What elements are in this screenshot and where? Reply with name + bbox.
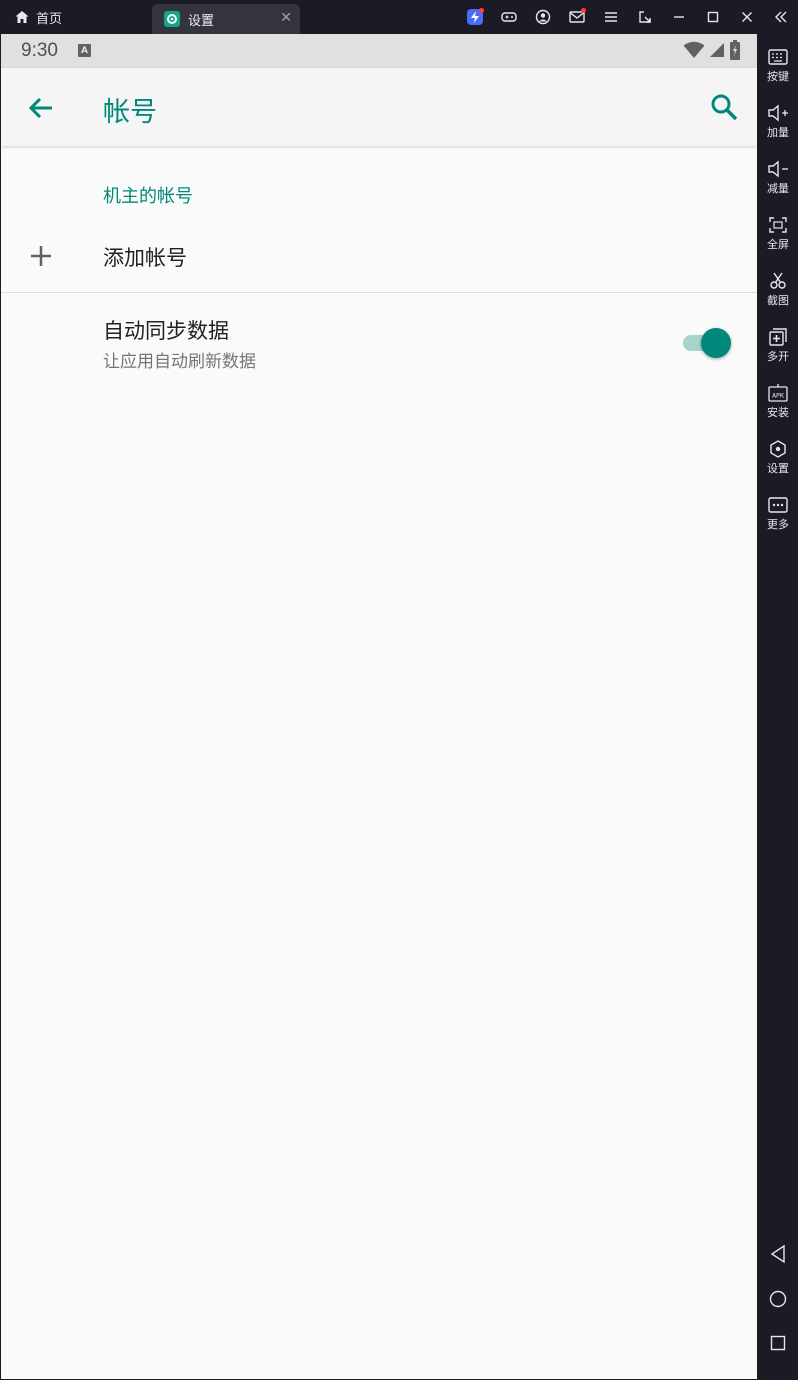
app-bar: 帐号 [1, 68, 757, 146]
divider [1, 292, 757, 293]
menu-button[interactable] [594, 0, 628, 34]
gamepad-button[interactable] [492, 0, 526, 34]
home-icon [15, 11, 29, 23]
sidebar-item-label: 更多 [767, 518, 789, 531]
nav-recents-button[interactable] [758, 1334, 798, 1352]
settings-app-icon [164, 11, 180, 27]
sidebar-item-label: 设置 [767, 462, 789, 475]
nav-back-button[interactable] [758, 1244, 798, 1264]
tab-settings[interactable]: 设置 ✕ [152, 4, 300, 34]
user-icon [535, 9, 551, 25]
sidebar-item-more[interactable]: 更多 [758, 496, 798, 532]
minimize-button[interactable] [662, 0, 696, 34]
maximize-button[interactable] [696, 0, 730, 34]
sidebar-item-label: 减量 [767, 182, 789, 195]
auto-sync-switch[interactable] [683, 328, 731, 358]
scissors-icon [770, 272, 786, 289]
sidebar-item-label: 按键 [767, 70, 789, 83]
svg-text:APK: APK [772, 392, 784, 400]
sidebar-item-install-apk[interactable]: APK 安装 [758, 384, 798, 420]
keyboard-icon [768, 49, 788, 65]
maximize-icon [707, 11, 719, 23]
sidebar-item-fullscreen[interactable]: 全屏 [758, 216, 798, 252]
close-icon [742, 12, 752, 22]
emulator-sidebar: 按键 加量 减量 全屏 截图 多开 APK 安装 设置 更多 [758, 34, 798, 1380]
auto-sync-summary: 让应用自动刷新数据 [103, 352, 256, 372]
auto-sync-item[interactable]: 自动同步数据 让应用自动刷新数据 [1, 304, 757, 384]
notification-dot [479, 8, 484, 13]
boost-button[interactable] [458, 0, 492, 34]
sidebar-item-label: 多开 [767, 350, 789, 363]
arrow-back-icon [28, 97, 52, 119]
notification-a-icon: A [78, 44, 91, 57]
notification-dot [581, 8, 586, 13]
sidebar-item-volume-up[interactable]: 加量 [758, 104, 798, 140]
settings-icon [770, 440, 786, 458]
add-account-label: 添加帐号 [103, 246, 187, 270]
emulator-titlebar: 首页 设置 ✕ [0, 0, 798, 34]
close-window-button[interactable] [730, 0, 764, 34]
owner-accounts-header: 机主的帐号 [103, 186, 193, 207]
sidebar-item-label: 加量 [767, 126, 789, 139]
minimize-icon [674, 16, 684, 18]
volume-down-icon [768, 160, 788, 178]
tab-settings-label: 设置 [188, 13, 215, 29]
search-icon [711, 94, 738, 121]
tab-home[interactable]: 首页 [14, 0, 62, 34]
account-button[interactable] [526, 0, 560, 34]
multi-instance-icon [769, 328, 787, 346]
sidebar-item-volume-down[interactable]: 减量 [758, 160, 798, 196]
plus-icon [31, 246, 51, 266]
android-screen: 9:30 A 帐号 机主的帐号 添加帐号 自动同步数据 让应用自动刷新数据 [1, 34, 757, 1379]
volume-up-icon [768, 104, 788, 122]
more-icon [768, 497, 788, 513]
signal-icon [710, 43, 724, 57]
battery-icon [730, 40, 740, 60]
circle-home-icon [769, 1290, 787, 1308]
search-button[interactable] [707, 90, 741, 124]
status-bar: 9:30 A [1, 34, 757, 68]
fullscreen-icon [769, 217, 787, 233]
page-title: 帐号 [103, 97, 157, 128]
status-time: 9:30 [21, 40, 58, 61]
wifi-icon [683, 41, 705, 58]
sidebar-item-screenshot[interactable]: 截图 [758, 272, 798, 308]
tab-home-label: 首页 [36, 11, 63, 27]
sidebar-item-label: 全屏 [767, 238, 789, 251]
switch-thumb [701, 328, 731, 358]
menu-icon [605, 12, 617, 22]
square-recents-icon [770, 1335, 786, 1351]
add-account-item[interactable]: 添加帐号 [1, 224, 757, 292]
nav-home-button[interactable] [758, 1289, 798, 1309]
sidebar-item-label: 安装 [767, 406, 789, 419]
popout-icon [639, 11, 651, 23]
apk-icon: APK [768, 384, 788, 402]
sidebar-item-label: 截图 [767, 294, 789, 307]
auto-sync-title: 自动同步数据 [103, 319, 229, 343]
gamepad-icon [501, 12, 517, 22]
popout-button[interactable] [628, 0, 662, 34]
sidebar-item-settings[interactable]: 设置 [758, 440, 798, 476]
sidebar-item-keys[interactable]: 按键 [758, 48, 798, 84]
collapse-sidebar-button[interactable] [764, 0, 798, 34]
double-chevron-left-icon [775, 11, 787, 23]
triangle-back-icon [770, 1244, 785, 1264]
close-icon[interactable]: ✕ [280, 10, 292, 26]
sidebar-item-multi-instance[interactable]: 多开 [758, 328, 798, 364]
back-button[interactable] [25, 92, 57, 124]
mail-button[interactable] [560, 0, 594, 34]
